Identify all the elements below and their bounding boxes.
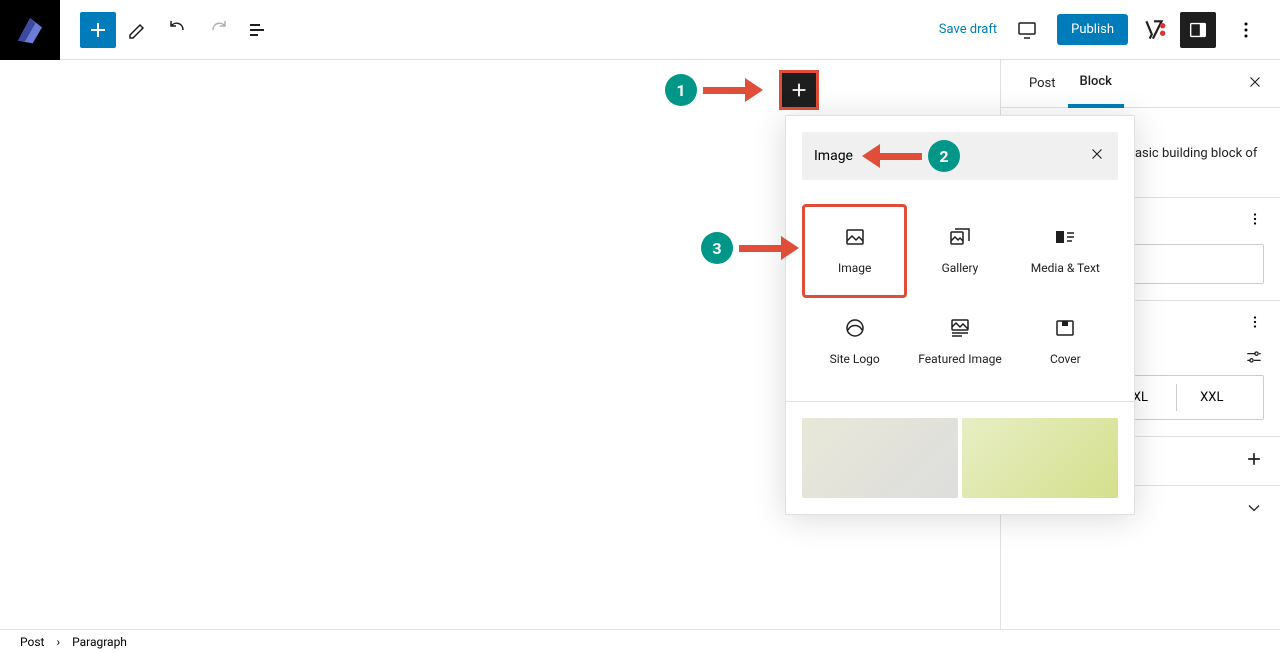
breadcrumb-current[interactable]: Paragraph xyxy=(72,635,127,649)
annotation-2: 2 xyxy=(862,140,960,172)
clear-search-button[interactable] xyxy=(1088,145,1106,167)
add-panel-button[interactable] xyxy=(1244,449,1264,473)
close-icon xyxy=(1088,145,1106,163)
size-xxl[interactable]: XXL xyxy=(1176,384,1247,411)
kebab-icon xyxy=(1246,210,1264,228)
block-option-image[interactable]: Image xyxy=(802,204,907,298)
document-overview-button[interactable] xyxy=(240,12,276,48)
tab-post[interactable]: Post xyxy=(1017,60,1068,108)
kebab-icon xyxy=(1246,313,1264,331)
block-option-featured-image[interactable]: Featured Image xyxy=(907,298,1012,386)
site-logo[interactable] xyxy=(0,0,60,60)
pencil-icon xyxy=(126,18,150,42)
kebab-icon xyxy=(1234,18,1258,42)
publish-button[interactable]: Publish xyxy=(1057,14,1128,45)
pattern-preview[interactable] xyxy=(802,418,958,498)
cover-icon xyxy=(1053,316,1077,340)
block-inserter-popup: Image Gallery Media & Text Site Logo Fea… xyxy=(785,115,1135,515)
block-patterns xyxy=(786,401,1134,514)
chevron-right-icon: › xyxy=(56,635,60,649)
image-icon xyxy=(843,225,867,249)
sidebar-icon xyxy=(1187,19,1209,41)
chevron-down-icon xyxy=(1244,498,1264,518)
featured-image-icon xyxy=(948,316,972,340)
undo-button[interactable] xyxy=(160,12,196,48)
annotation-3: 3 xyxy=(701,232,799,264)
sliders-icon[interactable] xyxy=(1244,347,1264,367)
edit-tool-button[interactable] xyxy=(120,12,156,48)
breadcrumb-root[interactable]: Post xyxy=(20,635,44,649)
breadcrumb: Post › Paragraph xyxy=(0,629,1280,653)
plus-icon xyxy=(1244,449,1264,469)
gallery-icon xyxy=(948,225,972,249)
yoast-icon[interactable] xyxy=(1140,16,1168,44)
redo-button[interactable] xyxy=(200,12,236,48)
block-option-gallery[interactable]: Gallery xyxy=(907,204,1012,298)
plus-icon xyxy=(86,18,110,42)
top-toolbar: Save draft Publish xyxy=(0,0,1280,60)
expand-panel-button[interactable] xyxy=(1244,498,1264,522)
tab-block[interactable]: Block xyxy=(1068,60,1124,108)
close-icon xyxy=(1246,73,1264,91)
more-options-button[interactable] xyxy=(1228,12,1264,48)
toggle-inserter-button[interactable] xyxy=(80,12,116,48)
close-sidebar-button[interactable] xyxy=(1246,73,1264,95)
panel-options-button[interactable] xyxy=(1246,210,1264,232)
preview-button[interactable] xyxy=(1009,12,1045,48)
block-option-media-text[interactable]: Media & Text xyxy=(1013,204,1118,298)
block-option-cover[interactable]: Cover xyxy=(1013,298,1118,386)
media-text-icon xyxy=(1053,225,1077,249)
display-icon xyxy=(1015,18,1039,42)
redo-icon xyxy=(206,18,230,42)
site-logo-icon xyxy=(843,316,867,340)
panel-options-button[interactable] xyxy=(1246,313,1264,335)
block-option-site-logo[interactable]: Site Logo xyxy=(802,298,907,386)
add-block-button[interactable] xyxy=(779,70,819,110)
save-draft-button[interactable]: Save draft xyxy=(939,22,997,37)
list-icon xyxy=(246,18,270,42)
pattern-preview[interactable] xyxy=(962,418,1118,498)
plus-icon xyxy=(788,79,810,101)
settings-toggle[interactable] xyxy=(1180,12,1216,48)
annotation-1: 1 xyxy=(665,74,763,106)
undo-icon xyxy=(166,18,190,42)
